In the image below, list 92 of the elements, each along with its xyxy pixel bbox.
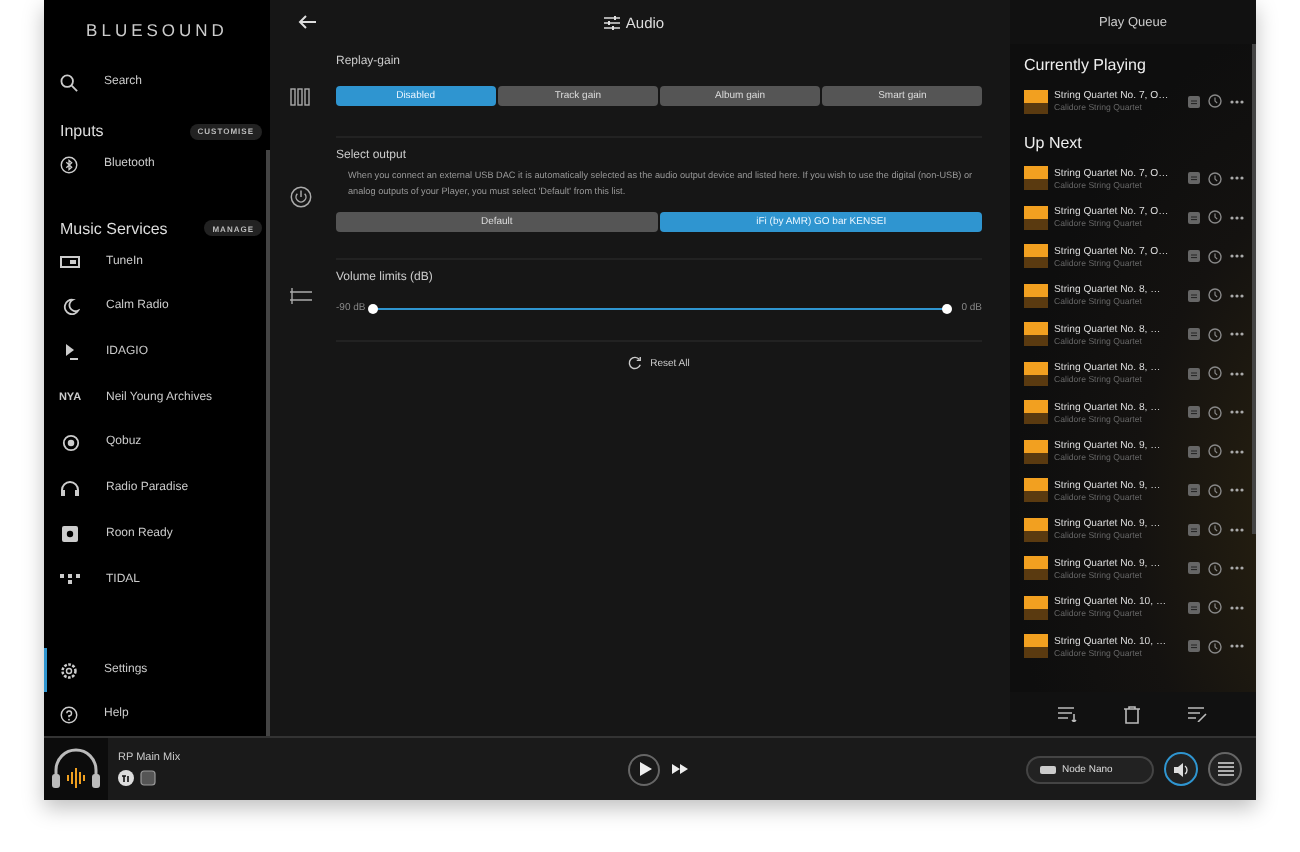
radio-icon bbox=[60, 255, 80, 268]
speaker-device-icon bbox=[1040, 765, 1056, 773]
clock-icon[interactable] bbox=[1208, 288, 1222, 303]
help-icon bbox=[60, 705, 78, 723]
edit-list-icon[interactable] bbox=[1188, 706, 1209, 722]
quality-badge-icon bbox=[1188, 289, 1200, 302]
service-badge-icon bbox=[118, 770, 134, 786]
quality-badge-icon bbox=[1188, 406, 1200, 419]
more-icon[interactable] bbox=[1230, 176, 1244, 181]
play-icon bbox=[63, 344, 77, 361]
quality-badge-icon bbox=[1188, 562, 1200, 575]
volume-button[interactable] bbox=[1164, 752, 1198, 786]
settings-icon bbox=[60, 661, 78, 679]
quality-badge-icon bbox=[140, 770, 156, 786]
more-icon[interactable] bbox=[1230, 371, 1244, 376]
quality-badge-icon bbox=[1188, 445, 1200, 458]
clock-icon[interactable] bbox=[1208, 522, 1222, 537]
album-cover bbox=[1024, 439, 1048, 464]
clock-icon[interactable] bbox=[1208, 444, 1222, 459]
quality-badge-icon bbox=[1188, 250, 1200, 263]
fast-forward-icon[interactable] bbox=[672, 764, 688, 774]
quality-badge-icon bbox=[1188, 95, 1200, 108]
quality-badge-icon bbox=[1188, 523, 1200, 536]
back-arrow-icon[interactable] bbox=[298, 14, 318, 30]
more-icon[interactable] bbox=[1230, 527, 1244, 532]
volume-limits-icon bbox=[289, 288, 311, 305]
album-cover bbox=[1024, 595, 1048, 620]
clock-icon[interactable] bbox=[1208, 561, 1222, 576]
more-icon[interactable] bbox=[1230, 215, 1244, 220]
queue-button[interactable] bbox=[1208, 752, 1242, 786]
clock-icon[interactable] bbox=[1208, 405, 1222, 420]
clock-icon[interactable] bbox=[1208, 366, 1222, 381]
sort-icon[interactable] bbox=[1057, 706, 1078, 722]
volume-slider[interactable] bbox=[372, 304, 946, 313]
album-cover bbox=[1024, 89, 1048, 114]
clock-icon[interactable] bbox=[1208, 600, 1222, 615]
quality-badge-icon bbox=[1188, 640, 1200, 653]
moon-icon bbox=[61, 297, 79, 316]
album-cover bbox=[1024, 322, 1048, 347]
more-icon[interactable] bbox=[1230, 488, 1244, 493]
headphones-icon bbox=[60, 480, 80, 497]
more-icon[interactable] bbox=[1230, 566, 1244, 571]
more-icon[interactable] bbox=[1230, 449, 1244, 454]
quality-badge-icon bbox=[1188, 328, 1200, 341]
clock-icon[interactable] bbox=[1208, 171, 1222, 186]
section-title: Up Next bbox=[1022, 131, 1084, 156]
quality-badge-icon bbox=[1188, 367, 1200, 380]
quality-badge-icon bbox=[1188, 601, 1200, 614]
clock-icon[interactable] bbox=[1208, 210, 1222, 225]
power-icon bbox=[289, 186, 311, 208]
more-icon[interactable] bbox=[1230, 254, 1244, 259]
equalizer-icon bbox=[290, 88, 310, 106]
section-title: Music Services bbox=[60, 219, 168, 238]
square-icon bbox=[62, 525, 78, 542]
trash-icon[interactable] bbox=[1124, 705, 1141, 723]
more-icon[interactable] bbox=[1230, 644, 1244, 649]
quality-badge-icon bbox=[1188, 484, 1200, 497]
album-cover bbox=[1024, 244, 1048, 269]
more-icon[interactable] bbox=[1230, 605, 1244, 610]
refresh-icon bbox=[628, 356, 643, 371]
more-icon[interactable] bbox=[1230, 410, 1244, 415]
album-cover bbox=[1024, 400, 1048, 425]
clock-icon[interactable] bbox=[1208, 249, 1222, 264]
more-icon[interactable] bbox=[1230, 332, 1244, 337]
more-icon[interactable] bbox=[1230, 293, 1244, 298]
quality-badge-icon bbox=[1188, 172, 1200, 185]
sliders-icon bbox=[603, 15, 620, 29]
album-cover bbox=[1024, 517, 1048, 542]
dots-icon bbox=[60, 572, 80, 587]
section-title: Currently Playing bbox=[1022, 54, 1148, 78]
clock-icon[interactable] bbox=[1208, 327, 1222, 342]
quality-badge-icon bbox=[1188, 211, 1200, 224]
headphones-logo-icon bbox=[50, 747, 102, 791]
volume-icon bbox=[1173, 761, 1189, 777]
album-cover bbox=[1024, 361, 1048, 386]
clock-icon[interactable] bbox=[1208, 639, 1222, 654]
album-cover bbox=[1024, 166, 1048, 191]
more-icon[interactable] bbox=[1230, 99, 1244, 104]
album-cover bbox=[1024, 205, 1048, 230]
album-cover bbox=[1024, 556, 1048, 581]
bluetooth-icon bbox=[60, 155, 78, 174]
search-icon bbox=[60, 73, 78, 92]
play-icon bbox=[639, 762, 651, 776]
clock-icon[interactable] bbox=[1208, 483, 1222, 498]
list-icon bbox=[1217, 762, 1233, 776]
album-cover bbox=[1024, 283, 1048, 308]
album-cover bbox=[1024, 478, 1048, 503]
album-cover bbox=[1024, 634, 1048, 659]
clock-icon[interactable] bbox=[1208, 94, 1222, 109]
logo: BLUESOUND bbox=[84, 18, 230, 44]
section-title: Inputs bbox=[60, 122, 104, 141]
play-button[interactable] bbox=[628, 753, 660, 785]
